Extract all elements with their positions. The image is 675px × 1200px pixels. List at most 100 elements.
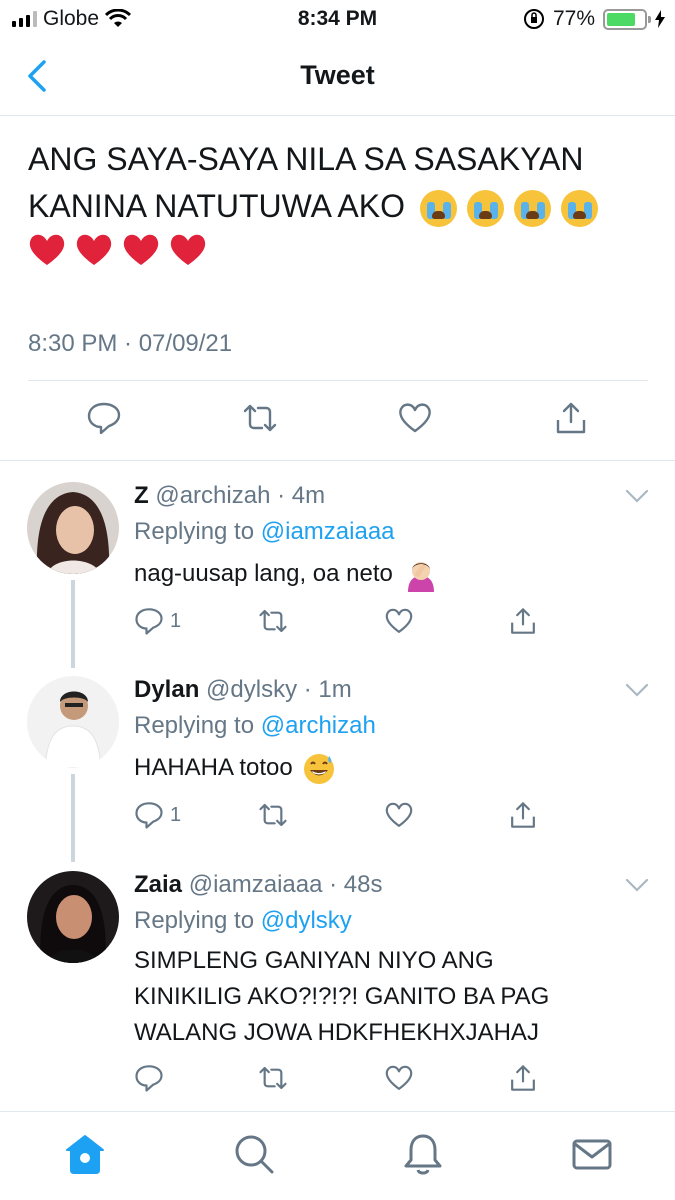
avatar[interactable]	[27, 482, 119, 574]
reply-button[interactable]: 1	[134, 606, 181, 636]
mention-link[interactable]: @iamzaiaaa	[261, 518, 395, 545]
share-button[interactable]	[508, 606, 538, 636]
like-icon	[385, 608, 413, 633]
handle[interactable]: @archizah	[155, 482, 270, 509]
header: Tweet	[0, 38, 675, 116]
reply-tweet[interactable]: Dylan @dylsky · 1m Replying to @archizah…	[0, 656, 675, 862]
share-icon	[511, 608, 535, 634]
tweet-timestamp: 8:30 PM · 07/09/21	[28, 330, 233, 357]
chevron-down-icon[interactable]	[625, 682, 649, 698]
handle[interactable]: @dylsky	[206, 676, 297, 703]
loudly-crying-face-icon	[419, 190, 457, 228]
reply-actions: 1	[134, 606, 554, 638]
chevron-down-icon[interactable]	[625, 488, 649, 504]
reply-icon	[135, 1065, 163, 1092]
main-tweet-line-1: ANG SAYA-SAYA NILA SA SASAKYAN	[28, 141, 584, 177]
display-name[interactable]: Z	[134, 482, 149, 509]
share-button[interactable]	[508, 800, 538, 830]
avatar[interactable]	[27, 676, 119, 768]
home-icon[interactable]	[63, 1132, 107, 1176]
reply-button[interactable]	[134, 1063, 170, 1093]
like-icon[interactable]	[397, 400, 433, 436]
replying-label: Replying to	[134, 518, 255, 545]
reply-text: nag-uusap lang, oa neto	[134, 556, 634, 592]
main-tweet-line-2-text: KANINA NATUTUWA AKO	[28, 188, 405, 224]
chevron-down-icon[interactable]	[625, 877, 649, 893]
battery-icon	[603, 8, 651, 30]
battery-percent: 77%	[552, 7, 595, 30]
reply-text-line: WALANG JOWA HDKFHEKHXJAHAJ	[134, 1019, 539, 1046]
section-divider	[0, 460, 675, 461]
reply-header: Dylan @dylsky · 1m	[134, 676, 352, 704]
like-icon	[385, 802, 413, 827]
share-icon	[511, 1065, 535, 1091]
retweet-icon	[259, 1066, 287, 1090]
reply-icon	[135, 802, 163, 829]
charging-icon	[655, 10, 665, 28]
status-bar: Globe 8:34 PM 77%	[0, 0, 675, 38]
loudly-crying-face-icon	[513, 190, 551, 228]
retweet-icon	[259, 803, 287, 827]
retweet-icon	[259, 609, 287, 633]
red-heart-icon	[76, 234, 112, 265]
reply-icon	[135, 608, 163, 635]
reply-actions: 1	[134, 800, 554, 832]
retweet-button[interactable]	[258, 1063, 288, 1093]
share-icon	[511, 802, 535, 828]
main-tweet-actions	[0, 400, 675, 440]
reply-tweet[interactable]: Z @archizah · 4m Replying to @iamzaiaaa …	[0, 462, 675, 668]
retweet-button[interactable]	[258, 606, 288, 636]
replying-label: Replying to	[134, 907, 255, 934]
reply-tweet[interactable]: Zaia @iamzaiaaa · 48s Replying to @dylsk…	[0, 851, 675, 1109]
display-name[interactable]: Dylan	[134, 676, 199, 703]
reply-text-line: KINIKILIG AKO?!?!?! GANITO BA PAG	[134, 983, 550, 1010]
reply-text: HAHAHA totoo	[134, 750, 634, 786]
reply-header: Z @archizah · 4m	[134, 482, 325, 510]
notifications-icon[interactable]	[401, 1132, 445, 1176]
search-icon[interactable]	[232, 1132, 276, 1176]
main-tweet-line-2: KANINA NATUTUWA AKO	[28, 183, 648, 230]
avatar[interactable]	[27, 871, 119, 963]
reply-text-content: HAHAHA totoo	[134, 754, 293, 781]
main-tweet-text: ANG SAYA-SAYA NILA SA SASAKYAN KANINA NA…	[28, 136, 648, 267]
replying-label: Replying to	[134, 712, 255, 739]
reply-text-line: SIMPLENG GANIYAN NIYO ANG	[134, 947, 494, 974]
reply-count: 1	[170, 609, 182, 632]
display-name[interactable]: Zaia	[134, 871, 182, 898]
retweet-button[interactable]	[258, 800, 288, 830]
reply-count: 1	[170, 803, 182, 826]
replying-to: Replying to @iamzaiaaa	[134, 518, 395, 546]
thread-line	[71, 580, 75, 668]
reply-button[interactable]: 1	[134, 800, 181, 830]
tweet-age: · 48s	[329, 871, 383, 898]
reply-header: Zaia @iamzaiaaa · 48s	[134, 871, 383, 899]
red-heart-icon	[123, 234, 159, 265]
red-heart-icon	[29, 234, 65, 265]
loudly-crying-face-icon	[560, 190, 598, 228]
handle[interactable]: @iamzaiaaa	[189, 871, 323, 898]
retweet-icon[interactable]	[242, 400, 278, 436]
hearts-row	[28, 233, 648, 267]
like-icon	[385, 1065, 413, 1090]
replying-to: Replying to @archizah	[134, 712, 376, 740]
reply-icon[interactable]	[86, 400, 122, 436]
mention-link[interactable]: @dylsky	[261, 907, 352, 934]
grinning-face-with-sweat-icon	[304, 753, 335, 784]
tweet-age: · 1m	[303, 676, 352, 703]
orientation-lock-icon	[523, 9, 544, 29]
like-button[interactable]	[384, 606, 414, 636]
reply-actions	[134, 1063, 554, 1095]
mention-link[interactable]: @archizah	[261, 712, 376, 739]
replying-to: Replying to @dylsky	[134, 907, 352, 935]
like-button[interactable]	[384, 800, 414, 830]
share-icon[interactable]	[553, 400, 589, 436]
tweet-age: · 4m	[277, 482, 326, 509]
red-heart-icon	[170, 234, 206, 265]
tab-bar	[0, 1111, 675, 1200]
woman-facepalming-icon	[407, 561, 434, 592]
share-button[interactable]	[508, 1063, 538, 1093]
page-title: Tweet	[300, 60, 375, 90]
loudly-crying-face-icon	[466, 190, 504, 228]
like-button[interactable]	[384, 1063, 414, 1093]
messages-icon[interactable]	[570, 1132, 614, 1176]
